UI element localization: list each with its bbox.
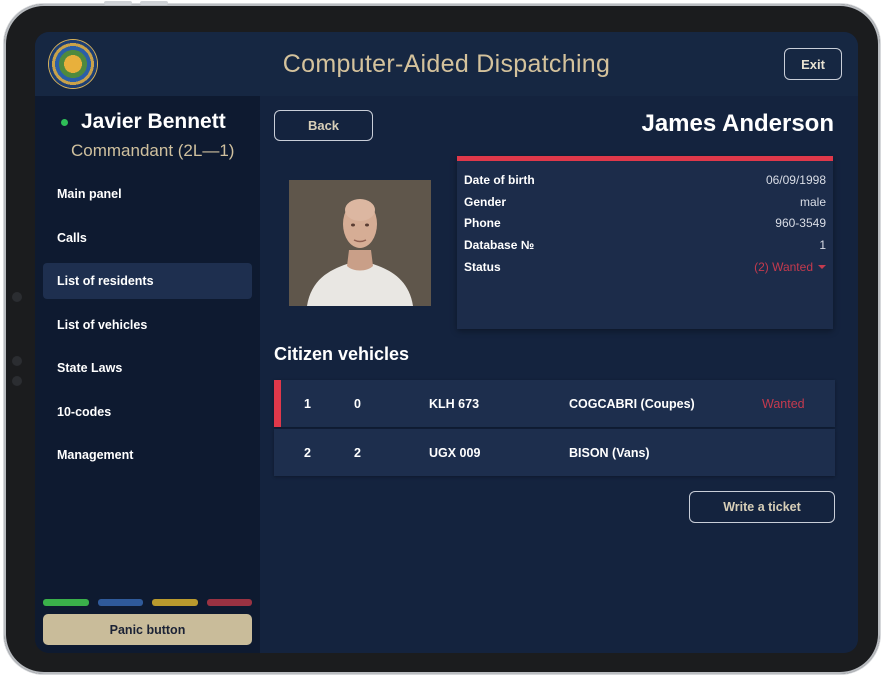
volume-down-button bbox=[140, 1, 168, 5]
info-row-phone: Phone 960-3549 bbox=[464, 212, 826, 234]
vehicle-model: BISON (Vans) bbox=[569, 445, 650, 460]
status-dropdown[interactable]: (2) Wanted bbox=[754, 260, 826, 274]
info-label: Date of birth bbox=[464, 172, 535, 187]
app-title: Computer-Aided Dispatching bbox=[282, 49, 611, 78]
table-row[interactable]: 2 2 UGX 009 BISON (Vans) bbox=[274, 429, 835, 476]
volume-up-button bbox=[104, 1, 132, 5]
person-name: James Anderson bbox=[641, 110, 834, 137]
chevron-down-icon bbox=[818, 264, 826, 269]
sensor-dot bbox=[12, 376, 22, 386]
info-label: Database № bbox=[464, 237, 535, 252]
vehicles-section-title: Citizen vehicles bbox=[274, 344, 410, 364]
panic-button[interactable]: Panic button bbox=[43, 614, 252, 645]
vehicle-count: 0 bbox=[354, 396, 361, 411]
person-info-card: Date of birth 06/09/1998 Gender male Pho… bbox=[457, 156, 833, 329]
info-value: male bbox=[799, 194, 826, 209]
back-button[interactable]: Back bbox=[274, 110, 373, 141]
person-avatar-icon bbox=[289, 180, 431, 306]
app-header: Computer-Aided Dispatching Exit bbox=[35, 32, 858, 96]
app-screen: Computer-Aided Dispatching Exit Javier B… bbox=[35, 32, 858, 653]
sidebar: Javier Bennett Commandant (2L—1) Main pa… bbox=[35, 96, 260, 653]
sidebar-item-management[interactable]: Management bbox=[43, 437, 252, 473]
info-label: Phone bbox=[464, 216, 501, 231]
status-bar-green[interactable] bbox=[43, 599, 89, 606]
online-status-icon bbox=[61, 118, 68, 126]
vehicle-status: Wanted bbox=[762, 396, 805, 411]
person-photo bbox=[289, 180, 431, 306]
sidebar-item-list-of-vehicles[interactable]: List of vehicles bbox=[43, 307, 252, 343]
status-bar-blue[interactable] bbox=[97, 599, 143, 606]
table-row[interactable]: 1 0 KLH 673 COGCABRI (Coupes) Wanted bbox=[274, 380, 835, 427]
camera-dot bbox=[12, 292, 22, 302]
tablet-frame: Computer-Aided Dispatching Exit Javier B… bbox=[4, 1, 880, 674]
user-info: Javier Bennett bbox=[61, 110, 226, 134]
status-bar-red[interactable] bbox=[206, 599, 252, 606]
vehicle-plate: UGX 009 bbox=[429, 445, 481, 460]
vehicle-model: COGCABRI (Coupes) bbox=[569, 396, 695, 411]
user-rank: Commandant (2L—1) bbox=[71, 141, 235, 160]
info-row-date-of-birth: Date of birth 06/09/1998 bbox=[464, 169, 826, 191]
info-value: 960-3549 bbox=[775, 216, 826, 231]
sidebar-nav: Main panel Calls List of residents List … bbox=[43, 176, 252, 481]
status-bar-yellow[interactable] bbox=[152, 599, 198, 606]
status-color-bars bbox=[43, 599, 252, 606]
sidebar-item-state-laws[interactable]: State Laws bbox=[43, 350, 252, 386]
sidebar-item-calls[interactable]: Calls bbox=[43, 220, 252, 256]
info-value: 06/09/1998 bbox=[765, 172, 826, 187]
info-value: 1 bbox=[819, 237, 826, 252]
status-value: (2) Wanted bbox=[754, 259, 813, 274]
info-label: Status bbox=[464, 259, 501, 274]
state-seal-icon bbox=[49, 40, 97, 88]
info-row-status: Status (2) Wanted bbox=[464, 256, 826, 278]
main-content: Back James Anderson Date of birth 06/09/… bbox=[260, 96, 858, 653]
sidebar-item-10-codes[interactable]: 10-codes bbox=[43, 394, 252, 430]
sensor-dot bbox=[12, 356, 22, 366]
vehicle-id: 1 bbox=[304, 396, 311, 411]
info-label: Gender bbox=[464, 194, 507, 209]
vehicle-count: 2 bbox=[354, 445, 361, 460]
info-row-gender: Gender male bbox=[464, 191, 826, 213]
write-ticket-button[interactable]: Write a ticket bbox=[689, 491, 835, 523]
vehicle-plate: KLH 673 bbox=[429, 396, 480, 411]
vehicles-table: 1 0 KLH 673 COGCABRI (Coupes) Wanted 2 2… bbox=[274, 380, 835, 478]
exit-button[interactable]: Exit bbox=[784, 48, 842, 80]
sidebar-item-list-of-residents[interactable]: List of residents bbox=[43, 263, 252, 299]
sidebar-item-main-panel[interactable]: Main panel bbox=[43, 176, 252, 212]
user-name: Javier Bennett bbox=[81, 110, 226, 133]
info-row-database-number: Database № 1 bbox=[464, 234, 826, 256]
vehicle-id: 2 bbox=[304, 445, 311, 460]
